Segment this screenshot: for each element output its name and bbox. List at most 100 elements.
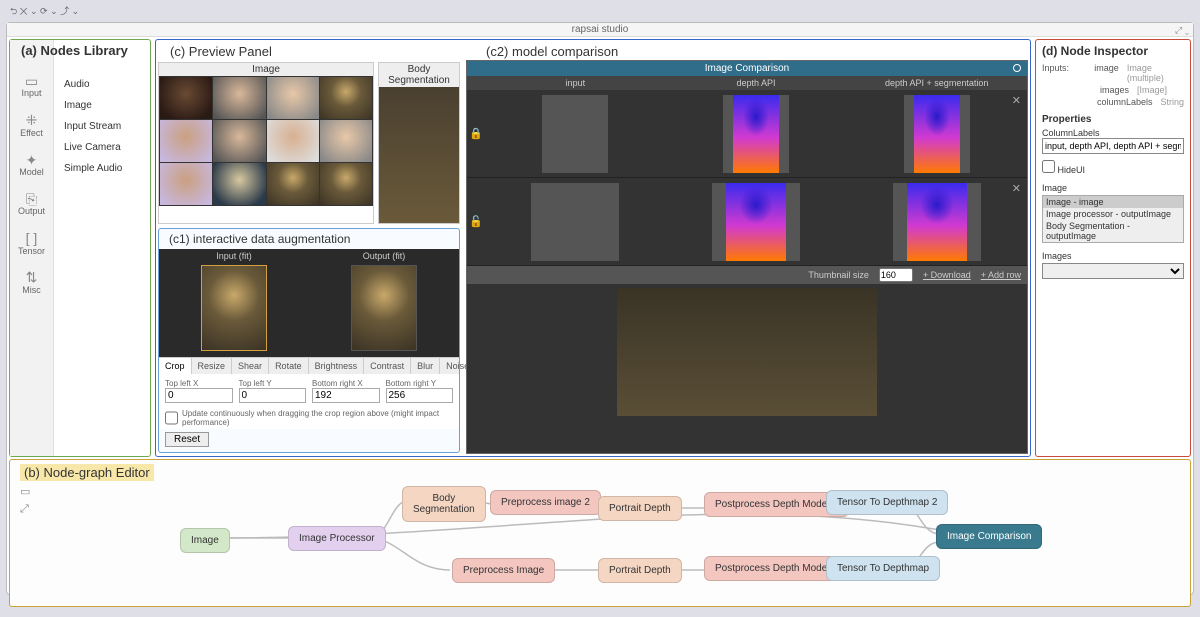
library-item-input-stream[interactable]: Input Stream [62,116,144,137]
update-continuous-checkbox[interactable] [165,409,178,427]
node-inspector-panel: (d) Node Inspector Inputs:imageImage (mu… [1035,39,1191,457]
compare-cell[interactable] [904,95,970,173]
brx-input[interactable] [312,388,380,403]
compare-cell[interactable] [531,183,619,261]
thumb[interactable] [267,120,319,162]
bry-input[interactable] [386,388,454,403]
category-misc[interactable]: ⇅Misc [22,270,41,295]
os-toolbar: ⮌ ✕ ⌄ ⟳ ⌄ ⤴ ⌄ [10,4,79,20]
node-portrait-depth-1[interactable]: Portrait Depth [598,496,682,521]
node-tensor-depthmap-2[interactable]: Tensor To Depthmap 2 [826,490,948,515]
node-image-comparison[interactable]: Image Comparison [936,524,1042,549]
close-icon[interactable]: ✕ [1012,94,1021,107]
aug-input-label: Input (fit) [159,249,309,263]
node-graph-editor[interactable]: (b) Node-graph Editor ▭⤢ Image Image P [9,459,1191,607]
properties-heading: Properties [1042,114,1184,125]
node-image[interactable]: Image [180,528,230,553]
library-item-live-camera[interactable]: Live Camera [62,137,144,158]
close-icon[interactable]: ✕ [1012,182,1021,195]
node-body-segmentation[interactable]: Body Segmentation [402,486,486,522]
node-preprocess[interactable]: Preprocess Image [452,558,555,583]
list-item[interactable]: Body Segmentation - outputImage [1043,220,1183,242]
tly-input[interactable] [239,388,307,403]
body-segmentation-preview[interactable]: Body Segmentation [378,62,460,224]
augmentation-panel: (c1) interactive data augmentation Input… [158,228,460,453]
category-output[interactable]: ⎘Output [18,192,45,217]
aug-tabs: Crop Resize Shear Rotate Brightness Cont… [159,357,459,374]
compare-cell[interactable] [723,95,789,173]
panel-c2-label: (c2) model comparison [486,44,618,59]
hideui-checkbox[interactable] [1042,160,1055,173]
titlebar: rapsai studio ⤢ ⌄ [7,23,1193,37]
node-preprocess-2[interactable]: Preprocess image 2 [490,490,601,515]
node-postprocess[interactable]: Postprocess Depth Model [704,556,841,581]
large-preview-image[interactable] [617,288,877,416]
category-effect[interactable]: ⁜Effect [20,113,43,138]
images-select[interactable] [1042,263,1184,279]
thumb[interactable] [213,77,265,119]
thumb[interactable] [320,120,372,162]
compare-cell[interactable] [712,183,800,261]
image-options-list[interactable]: Image - image Image processor - outputIm… [1042,195,1184,243]
tab-brightness[interactable]: Brightness [309,358,365,374]
thumb[interactable] [160,120,212,162]
col-header: depth API [666,76,847,90]
image-node-title: Image [159,63,373,76]
node-portrait-depth-2[interactable]: Portrait Depth [598,558,682,583]
tlx-input[interactable] [165,388,233,403]
list-item[interactable]: Image processor - outputImage [1043,208,1183,220]
aug-input-image[interactable] [201,265,267,351]
thumb[interactable] [160,77,212,119]
list-item[interactable]: Image - image [1043,196,1183,208]
add-row-button[interactable]: + Add row [981,270,1021,280]
thumb[interactable] [160,163,212,205]
compare-cell[interactable] [893,183,981,261]
panel-c-label: (c) Preview Panel [170,44,272,59]
tab-resize[interactable]: Resize [192,358,233,374]
panel-d-label: (d) Node Inspector [1042,44,1184,58]
thumb[interactable] [267,77,319,119]
window-controls-icon[interactable]: ⤢ ⌄ [1175,23,1189,37]
update-continuous-label: Update continuously when dragging the cr… [182,409,453,427]
lock-icon[interactable]: 🔒 [467,127,485,140]
image-node-preview[interactable]: Image [158,62,374,224]
reset-button[interactable]: Reset [165,432,209,447]
tly-label: Top left Y [239,379,272,388]
thumb[interactable] [320,163,372,205]
tab-blur[interactable]: Blur [411,358,440,374]
tab-contrast[interactable]: Contrast [364,358,411,374]
node-tensor-depthmap[interactable]: Tensor To Depthmap [826,556,940,581]
library-item-audio[interactable]: Audio [62,74,144,95]
tab-shear[interactable]: Shear [232,358,269,374]
model-icon: ✦ [19,153,44,168]
category-input[interactable]: ▭Input [21,74,41,99]
panel-c1-label: (c1) interactive data augmentation [159,229,459,249]
category-tensor[interactable]: [ ]Tensor [18,231,45,256]
category-model[interactable]: ✦Model [19,153,44,178]
settings-icon[interactable] [1013,64,1021,72]
node-image-processor[interactable]: Image Processor [288,526,386,551]
download-button[interactable]: + Download [923,270,971,280]
bodyseg-title: Body Segmentation [379,63,459,87]
library-item-image[interactable]: Image [62,95,144,116]
thumb-size-input[interactable] [879,268,913,282]
nodes-library-panel: (a) Nodes Library ▭Input ⁜Effect ✦Model … [9,39,151,457]
panel-a-label: (a) Nodes Library [21,43,128,58]
lock-icon[interactable]: 🔓 [467,215,485,228]
thumb[interactable] [213,120,265,162]
tlx-label: Top left X [165,379,198,388]
tab-crop[interactable]: Crop [159,358,192,374]
thumb[interactable] [213,163,265,205]
aug-output-label: Output (fit) [309,249,459,263]
brx-label: Bottom right X [312,379,363,388]
comparison-title: Image Comparison [467,61,1027,76]
col-header: input [485,76,666,90]
thumb[interactable] [267,163,319,205]
compare-cell[interactable] [542,95,608,173]
library-item-simple-audio[interactable]: Simple Audio [62,158,144,179]
tensor-icon: [ ] [18,231,45,246]
columnlabels-input[interactable] [1042,138,1184,154]
tab-rotate[interactable]: Rotate [269,358,309,374]
thumb[interactable] [320,77,372,119]
misc-icon: ⇅ [22,270,41,285]
